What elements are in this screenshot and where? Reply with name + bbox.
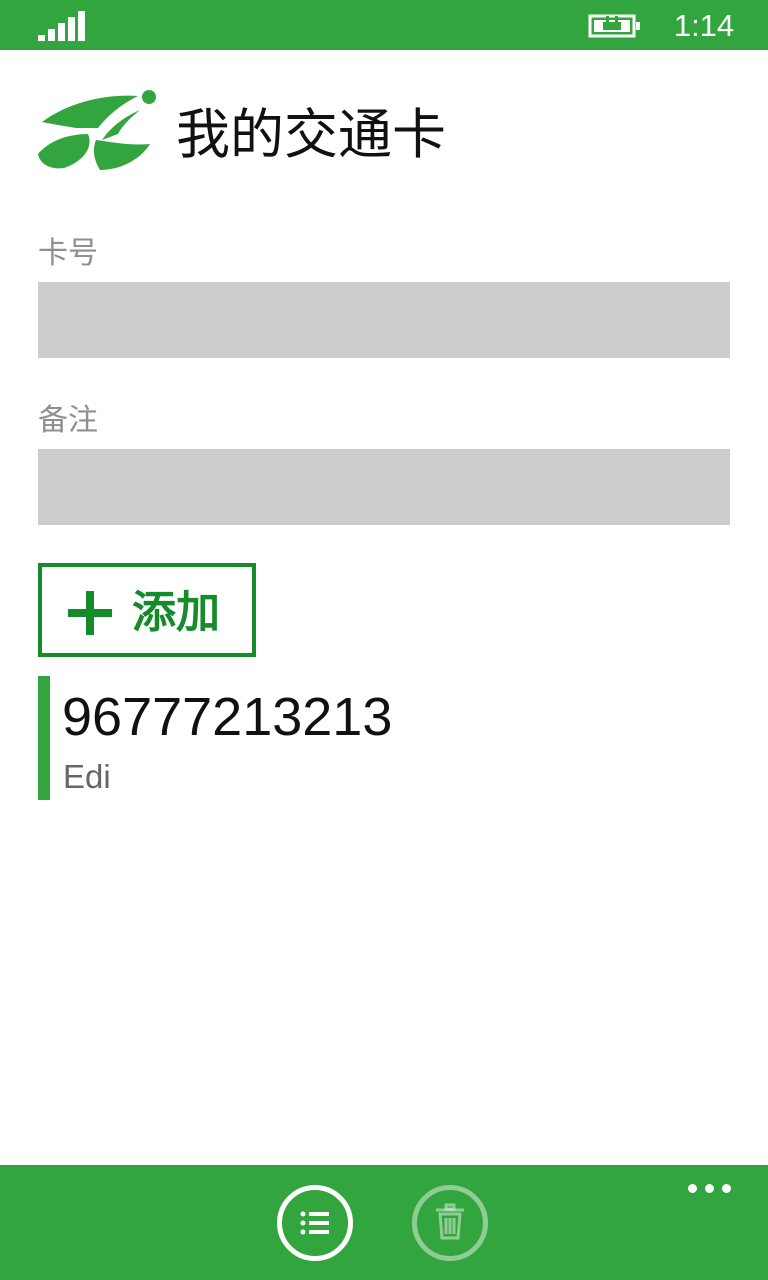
- card-accent-bar: [38, 676, 50, 800]
- more-options-button[interactable]: [684, 1177, 734, 1201]
- battery-charging-icon: [588, 14, 640, 38]
- list-icon: [300, 1211, 329, 1235]
- signal-strength-icon: [38, 11, 85, 41]
- ellipsis-icon: [688, 1184, 697, 1193]
- status-bar: 1:14: [0, 0, 768, 50]
- add-button-label: 添加: [132, 587, 220, 638]
- trash-icon: [436, 1203, 464, 1240]
- page-title: 我的交通卡: [176, 103, 446, 166]
- card-number-text: 96777213213: [62, 687, 393, 747]
- ellipsis-icon: [722, 1184, 731, 1193]
- delete-button[interactable]: [412, 1185, 488, 1261]
- app-bar: [0, 1165, 768, 1280]
- list-button[interactable]: [277, 1185, 353, 1261]
- add-button[interactable]: 添加: [38, 563, 256, 657]
- card-note-text: Edi: [63, 758, 111, 795]
- card-number-input[interactable]: [38, 282, 730, 358]
- app-logo: [38, 90, 156, 170]
- card-number-label: 卡号: [38, 236, 98, 271]
- note-label: 备注: [38, 403, 98, 438]
- plus-icon: [68, 591, 112, 635]
- status-clock: 1:14: [673, 8, 735, 43]
- note-input[interactable]: [38, 449, 730, 525]
- list-item[interactable]: 96777213213 Edi: [38, 676, 730, 800]
- ellipsis-icon: [705, 1184, 714, 1193]
